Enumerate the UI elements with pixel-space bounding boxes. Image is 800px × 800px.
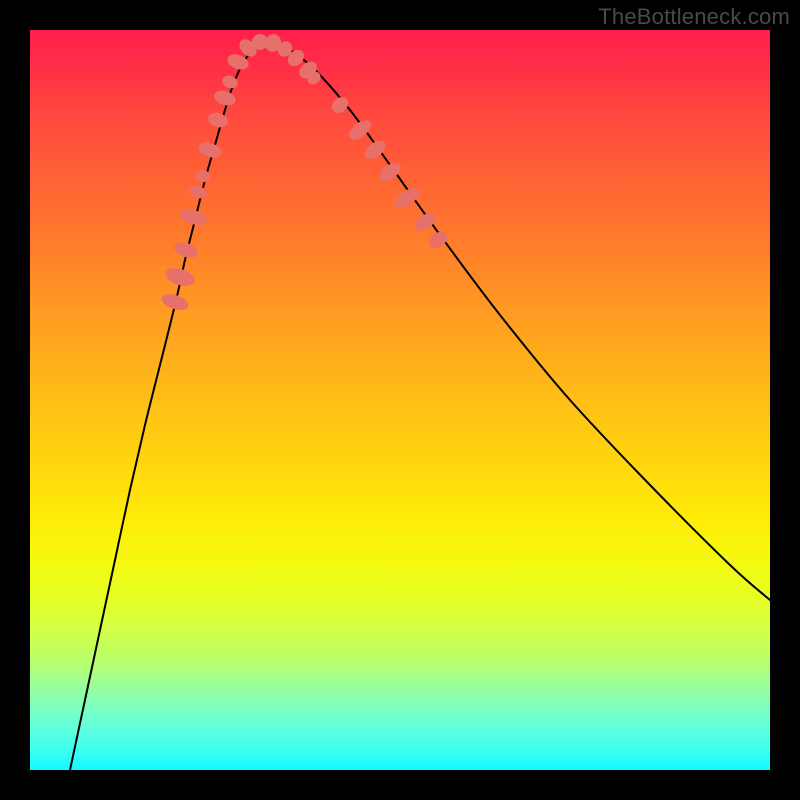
chart-frame xyxy=(30,30,770,770)
bottleneck-curve xyxy=(70,42,770,770)
data-marker xyxy=(376,159,404,184)
data-markers xyxy=(160,32,451,313)
data-marker xyxy=(212,88,237,108)
bottleneck-chart xyxy=(30,30,770,770)
data-marker xyxy=(194,168,211,184)
data-marker xyxy=(160,291,191,313)
watermark-text: TheBottleneck.com xyxy=(598,4,790,30)
data-marker xyxy=(196,140,223,161)
data-marker xyxy=(188,184,209,201)
data-marker xyxy=(206,110,229,129)
data-marker xyxy=(345,116,374,143)
